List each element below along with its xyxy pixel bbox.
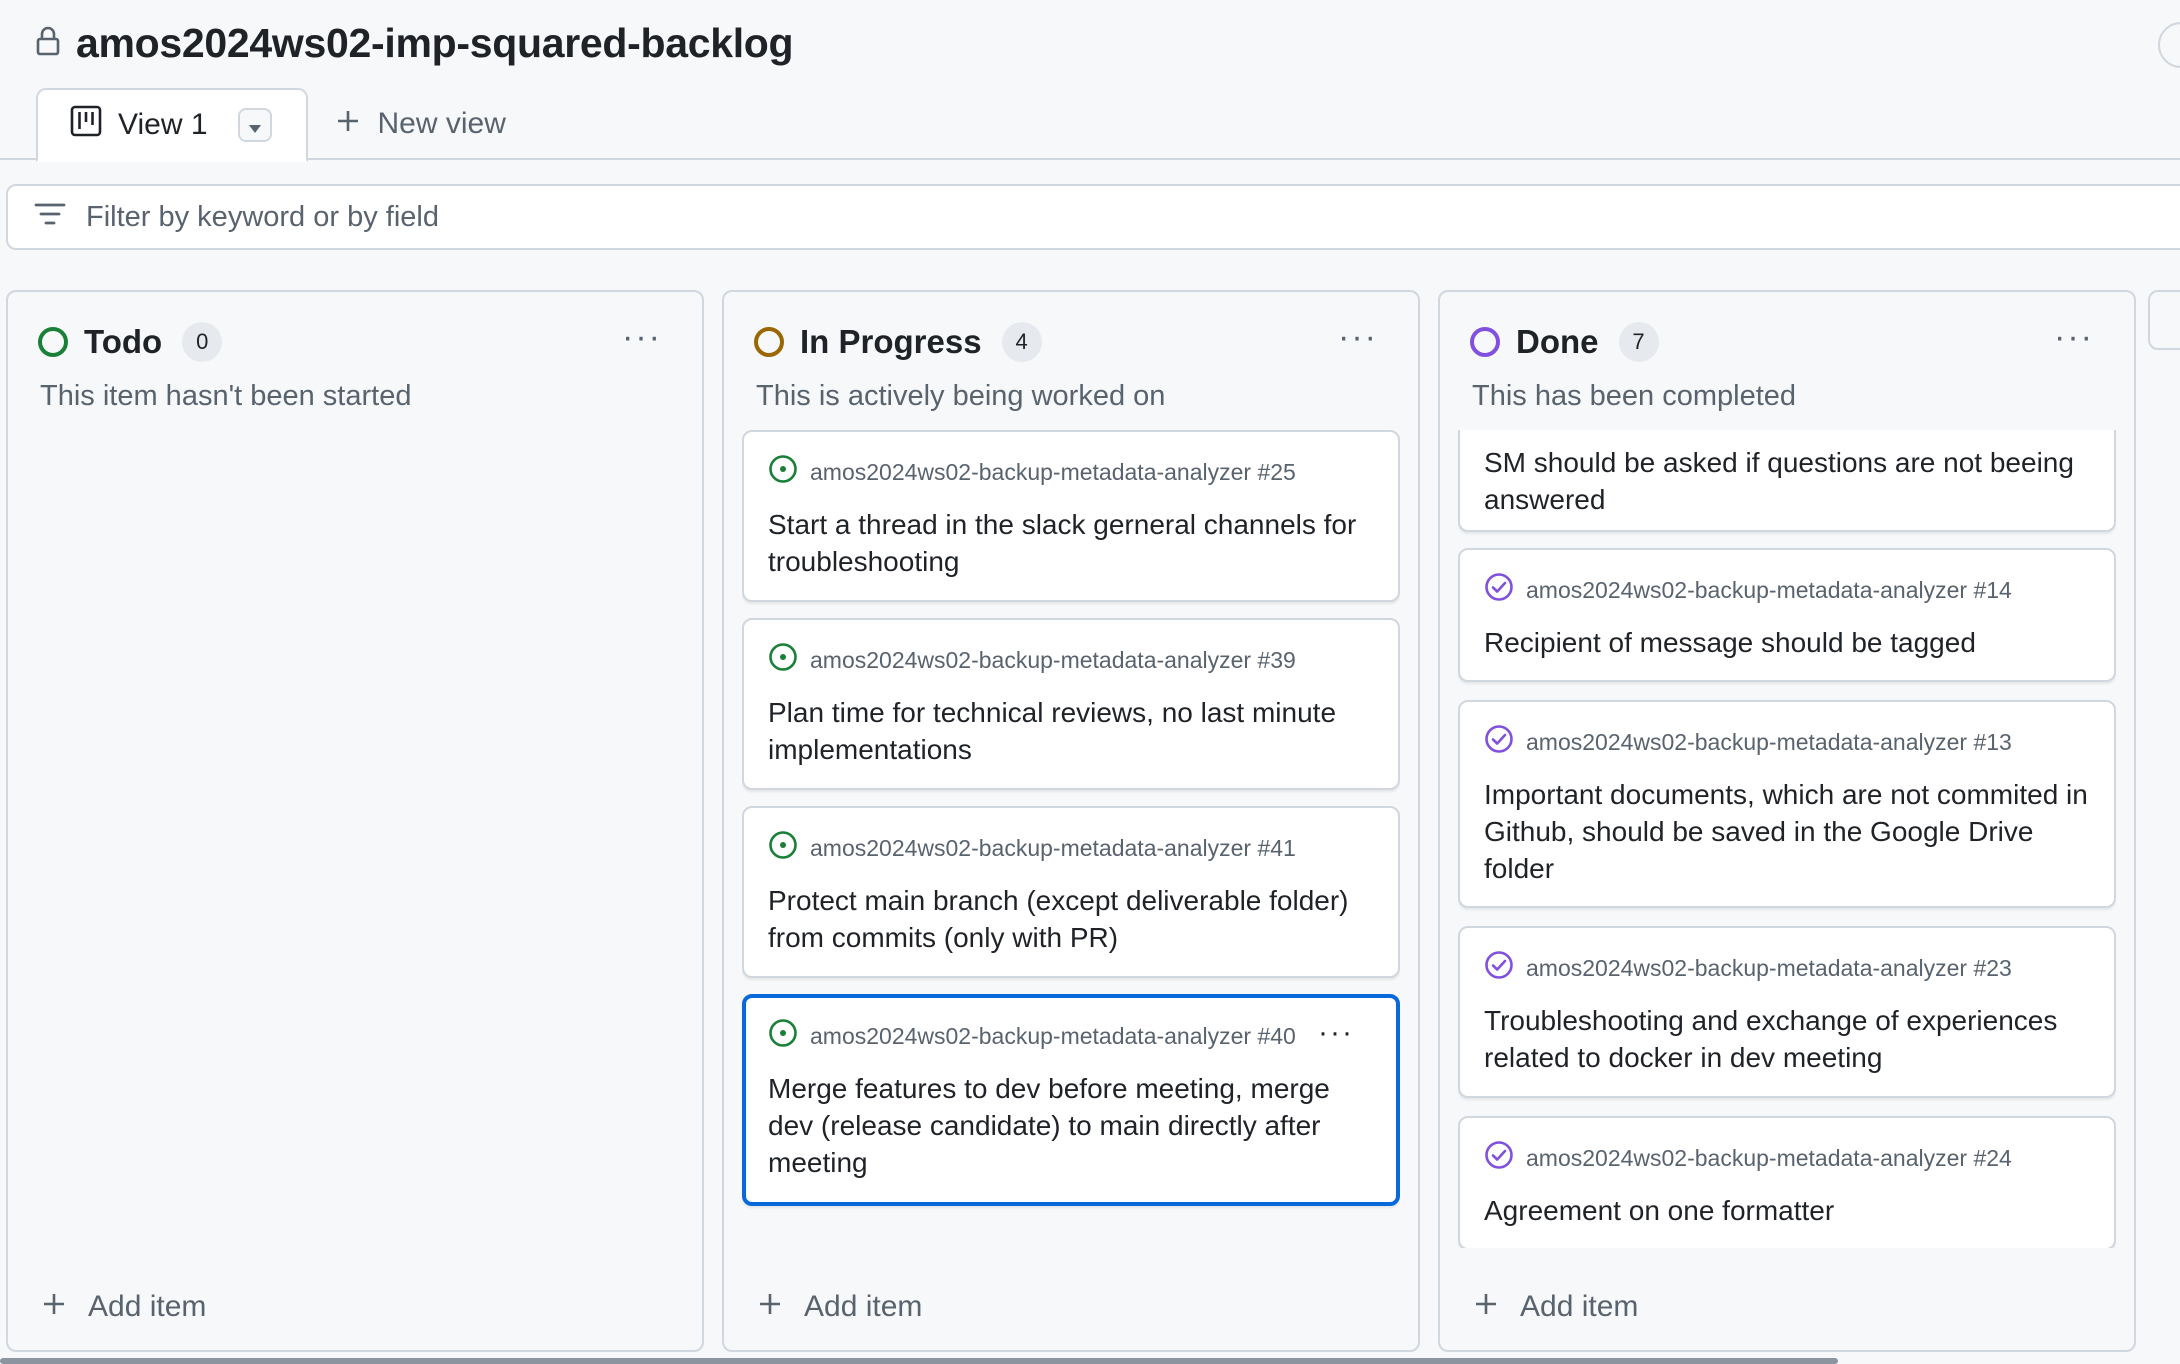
status-circle-icon: [1470, 327, 1500, 357]
issue-open-icon: [768, 642, 798, 678]
add-item-label: Add item: [1520, 1290, 1639, 1323]
tab-view-1[interactable]: View 1: [36, 88, 308, 162]
filter-input[interactable]: Filter by keyword or by field: [6, 184, 2180, 250]
column-description: This has been completed: [1472, 380, 1797, 412]
column-title: Done: [1516, 323, 1599, 360]
issue-closed-icon: [1484, 950, 1514, 986]
issue-title[interactable]: Troubleshooting and exchange of experien…: [1484, 1002, 2092, 1076]
add-column-button[interactable]: [2148, 290, 2180, 350]
issue-reference: amos2024ws02-backup-metadata-analyzer #2…: [1484, 950, 2092, 986]
issue-reference: amos2024ws02-backup-metadata-analyzer #1…: [1484, 724, 2092, 760]
account-avatar[interactable]: [2158, 22, 2180, 68]
issue-reference: amos2024ws02-backup-metadata-analyzer #1…: [1484, 572, 2092, 608]
column-done: Done 7 ··· This has been completed SM sh…: [1438, 290, 2136, 1352]
issue-closed-icon: [1484, 572, 1514, 608]
issue-card[interactable]: amos2024ws02-backup-metadata-analyzer #1…: [1458, 700, 2116, 908]
board-icon: [70, 105, 102, 145]
lock-icon: [36, 26, 60, 61]
issue-card[interactable]: SM should be asked if questions are not …: [1458, 430, 2116, 532]
issue-reference: amos2024ws02-backup-metadata-analyzer #4…: [768, 830, 1376, 866]
new-view-label: New view: [377, 107, 506, 140]
column-header: Todo 0: [38, 322, 223, 362]
column-title: In Progress: [800, 323, 982, 360]
issue-ref-text[interactable]: amos2024ws02-backup-metadata-analyzer #2…: [1526, 955, 2012, 982]
status-circle-icon: [38, 327, 68, 357]
issue-title[interactable]: Start a thread in the slack gerneral cha…: [768, 506, 1376, 580]
column-menu-button[interactable]: ···: [2054, 320, 2094, 354]
column-menu-button[interactable]: ···: [1338, 320, 1378, 354]
issue-reference: amos2024ws02-backup-metadata-analyzer #4…: [768, 1018, 1376, 1054]
board: Todo 0 ··· This item hasn't been started…: [6, 290, 2180, 1352]
column-in-progress: In Progress 4 ··· This is actively being…: [722, 290, 1420, 1352]
issue-title[interactable]: Recipient of message should be tagged: [1484, 624, 2092, 661]
filter-placeholder: Filter by keyword or by field: [86, 200, 439, 233]
issue-card[interactable]: amos2024ws02-backup-metadata-analyzer #2…: [742, 430, 1400, 602]
plus-icon: [336, 107, 360, 141]
status-circle-icon: [754, 327, 784, 357]
issue-open-icon: [768, 830, 798, 866]
issue-title[interactable]: SM should be asked if questions are not …: [1484, 444, 2092, 518]
issue-title[interactable]: Important documents, which are not commi…: [1484, 776, 2092, 887]
issue-reference: amos2024ws02-backup-metadata-analyzer #3…: [768, 642, 1376, 678]
issue-reference: amos2024ws02-backup-metadata-analyzer #2…: [1484, 1140, 2092, 1176]
plus-icon: [42, 1290, 66, 1324]
column-description: This is actively being worked on: [756, 380, 1166, 412]
view-tabs: View 1 New view: [36, 88, 540, 162]
card-list[interactable]: SM should be asked if questions are not …: [1458, 430, 2116, 1248]
title-row: amos2024ws02-imp-squared-backlog: [36, 20, 794, 67]
triangle-down-icon: [247, 108, 263, 142]
column-menu-button[interactable]: ···: [622, 320, 662, 354]
plus-icon: [758, 1290, 782, 1324]
column-header: In Progress 4: [754, 322, 1042, 362]
add-item-label: Add item: [88, 1290, 207, 1323]
count-badge: 0: [182, 322, 223, 362]
column-todo: Todo 0 ··· This item hasn't been started…: [6, 290, 704, 1352]
issue-card-selected[interactable]: amos2024ws02-backup-metadata-analyzer #4…: [742, 994, 1400, 1206]
column-description: This item hasn't been started: [40, 380, 412, 412]
column-title: Todo: [84, 323, 163, 360]
issue-open-icon: [768, 1018, 798, 1054]
issue-title[interactable]: Agreement on one formatter: [1484, 1192, 2092, 1229]
add-item-button[interactable]: Add item: [1474, 1290, 1638, 1324]
tab-label: View 1: [118, 108, 208, 141]
issue-ref-text[interactable]: amos2024ws02-backup-metadata-analyzer #4…: [810, 835, 1296, 862]
project-title: amos2024ws02-imp-squared-backlog: [76, 20, 794, 66]
issue-open-icon: [768, 454, 798, 490]
issue-title[interactable]: Merge features to dev before meeting, me…: [768, 1070, 1376, 1181]
issue-card[interactable]: amos2024ws02-backup-metadata-analyzer #2…: [1458, 1116, 2116, 1248]
project-header: amos2024ws02-imp-squared-backlog View 1: [0, 0, 2180, 162]
issue-card[interactable]: amos2024ws02-backup-metadata-analyzer #1…: [1458, 548, 2116, 682]
plus-icon: [1474, 1290, 1498, 1324]
issue-card[interactable]: amos2024ws02-backup-metadata-analyzer #3…: [742, 618, 1400, 790]
issue-closed-icon: [1484, 1140, 1514, 1176]
card-list: amos2024ws02-backup-metadata-analyzer #2…: [742, 430, 1400, 1248]
filter-icon: [34, 201, 66, 234]
issue-title[interactable]: Protect main branch (except deliverable …: [768, 882, 1376, 956]
issue-card[interactable]: amos2024ws02-backup-metadata-analyzer #2…: [1458, 926, 2116, 1098]
issue-title[interactable]: Plan time for technical reviews, no last…: [768, 694, 1376, 768]
add-item-button[interactable]: Add item: [758, 1290, 922, 1324]
issue-ref-text[interactable]: amos2024ws02-backup-metadata-analyzer #1…: [1526, 577, 2012, 604]
new-view-button[interactable]: New view: [308, 88, 540, 160]
issue-reference: amos2024ws02-backup-metadata-analyzer #2…: [768, 454, 1376, 490]
issue-ref-text[interactable]: amos2024ws02-backup-metadata-analyzer #1…: [1526, 729, 2012, 756]
horizontal-scrollbar[interactable]: [0, 1358, 1838, 1364]
issue-ref-text[interactable]: amos2024ws02-backup-metadata-analyzer #2…: [1526, 1145, 2012, 1172]
issue-ref-text[interactable]: amos2024ws02-backup-metadata-analyzer #3…: [810, 647, 1296, 674]
add-item-button[interactable]: Add item: [42, 1290, 206, 1324]
count-badge: 4: [1001, 322, 1042, 362]
view-options-button[interactable]: [237, 108, 272, 142]
issue-ref-text[interactable]: amos2024ws02-backup-metadata-analyzer #4…: [810, 1023, 1296, 1050]
count-badge: 7: [1618, 322, 1659, 362]
add-item-label: Add item: [804, 1290, 923, 1323]
issue-card[interactable]: amos2024ws02-backup-metadata-analyzer #4…: [742, 806, 1400, 978]
card-menu-button[interactable]: ···: [1318, 1018, 1354, 1048]
issue-ref-text[interactable]: amos2024ws02-backup-metadata-analyzer #2…: [810, 459, 1296, 486]
issue-closed-icon: [1484, 724, 1514, 760]
column-header: Done 7: [1470, 322, 1659, 362]
